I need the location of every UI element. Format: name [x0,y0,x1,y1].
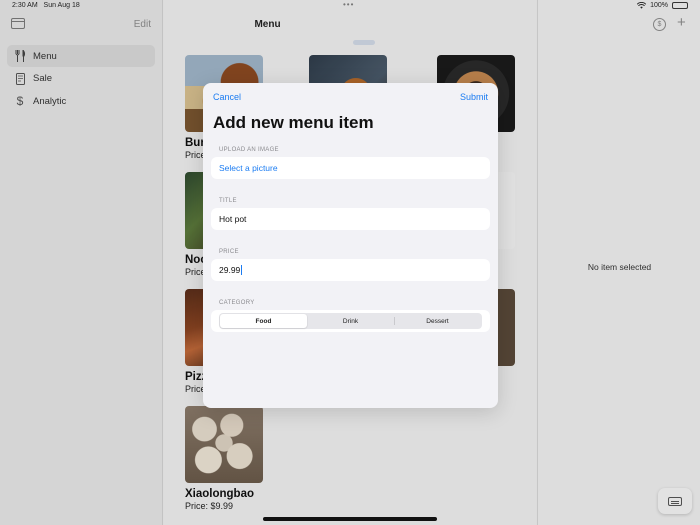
price-input[interactable]: 29.99 [211,259,490,281]
title-input[interactable]: Hot pot [211,208,490,230]
status-right: 100% [637,2,688,9]
submit-button[interactable]: Submit [460,92,488,102]
battery-icon [672,2,688,9]
category-label: CATEGORY [219,300,255,306]
add-item-sheet: Cancel Submit Add new menu item UPLOAD A… [203,83,498,408]
upload-label: UPLOAD AN IMAGE [219,147,279,153]
category-picker: Food Drink Dessert [211,310,490,332]
wifi-icon [637,2,647,9]
battery-percent: 100% [650,2,668,9]
sheet-heading: Add new menu item [213,113,374,132]
cancel-button[interactable]: Cancel [213,92,241,102]
multitasking-dots-icon[interactable]: ••• [343,0,354,9]
status-bar: 2:30 AM Sun Aug 18 ••• 100% [0,0,700,12]
segment-food[interactable]: Food [220,314,307,328]
title-label: TITLE [219,198,237,204]
category-segmented-control: Food Drink Dessert [219,313,482,329]
select-picture-button[interactable]: Select a picture [211,157,490,179]
segment-dessert[interactable]: Dessert [394,314,481,328]
status-time: 2:30 AM Sun Aug 18 [12,2,80,9]
home-indicator[interactable] [263,517,437,521]
price-label: PRICE [219,249,239,255]
text-caret [241,265,243,275]
segment-drink[interactable]: Drink [307,314,394,328]
price-value: 29.99 [219,265,241,275]
